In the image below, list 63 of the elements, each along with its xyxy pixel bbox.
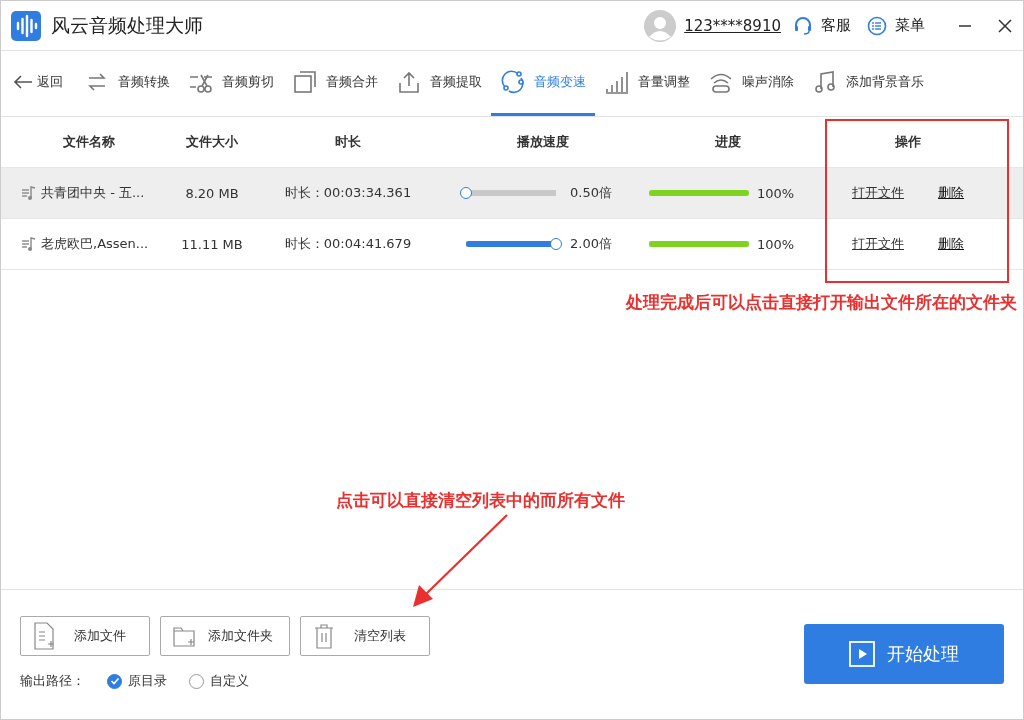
progress-value: 100% [757,236,795,252]
tool-tab[interactable]: 添加背景音乐 [803,51,933,116]
service-button[interactable]: 客服 [821,16,851,35]
action-button[interactable]: 添加文件 [20,616,150,656]
speed-value: 0.50倍 [570,184,612,202]
tool-tab[interactable]: 噪声消除 [699,51,803,116]
slider-thumb[interactable] [550,238,562,250]
file-row[interactable]: 共青团中央 - 五... 8.20 MB 时长：00:03:34.361 0.50倍 100% 打开文件 删除 [1,168,1023,219]
column-header: 操作 [894,133,922,151]
output-option[interactable]: 原目录 [107,672,167,690]
window-title: 风云音频处理大师 [51,12,203,38]
tool-tab[interactable]: 音频合并 [283,51,387,116]
back-arrow-icon [13,74,33,90]
account-link[interactable]: 123****8910 [684,16,781,35]
tool-tab[interactable]: 音量调整 [595,51,699,116]
annotation-text: 点击可以直接清空列表中的而所有文件 [336,489,625,512]
slider-thumb[interactable] [460,187,472,199]
open-file-link[interactable]: 打开文件 [852,235,904,253]
headset-icon [793,15,813,36]
app-logo-icon [11,10,41,41]
file-row[interactable]: 老虎欧巴,Assen... 11.11 MB 时长：00:04:41.679 2.00倍 100% 打开文件 删除 [1,219,1023,270]
bars-icon [604,69,630,95]
annotation-text: 处理完成后可以点击直接打开输出文件所在的文件夹 [626,291,1017,314]
check-icon [109,676,120,686]
squares-icon [292,69,318,95]
music-note-icon [812,69,838,95]
upload-icon [396,69,422,95]
file-size: 8.20 MB [185,185,239,201]
output-option[interactable]: 自定义 [189,672,249,690]
cycle-icon [500,69,526,95]
column-header: 文件大小 [185,133,239,151]
menu-icon [867,15,887,36]
tool-tab[interactable]: 音频转换 [75,51,179,116]
column-header: 播放速度 [516,133,570,151]
action-button[interactable]: 添加文件夹 [160,616,290,656]
column-header: 文件名称 [61,133,116,151]
menu-button[interactable]: 菜单 [895,16,925,35]
music-note-icon [21,185,37,201]
music-note-icon [21,236,37,252]
column-header: 进度 [714,133,742,151]
duration-text: 时长：00:04:41.679 [284,235,412,253]
file-name: 老虎欧巴,Assen... [41,235,149,253]
duration-text: 时长：00:03:34.361 [284,184,412,202]
trash-icon [313,622,335,650]
file-size: 11.11 MB [181,236,243,252]
tool-tab[interactable]: 音频剪切 [179,51,283,116]
play-icon [849,641,875,667]
output-path-label: 输出路径： [20,672,85,690]
delete-link[interactable]: 删除 [938,184,964,202]
file-name: 共青团中央 - 五... [41,184,145,202]
radio-button[interactable] [107,673,122,689]
tool-tab[interactable]: 音频变速 [491,51,595,116]
column-header: 时长 [334,133,362,151]
open-file-link[interactable]: 打开文件 [852,184,904,202]
action-button[interactable]: 清空列表 [300,616,430,656]
start-button[interactable]: 开始处理 [804,624,1004,684]
back-button[interactable]: 返回 [11,51,75,116]
file-icon [33,622,55,650]
progress-value: 100% [757,185,795,201]
close-icon[interactable] [997,17,1013,34]
tool-tab[interactable]: 音频提取 [387,51,491,116]
delete-link[interactable]: 删除 [938,235,964,253]
speed-value: 2.00倍 [570,235,612,253]
